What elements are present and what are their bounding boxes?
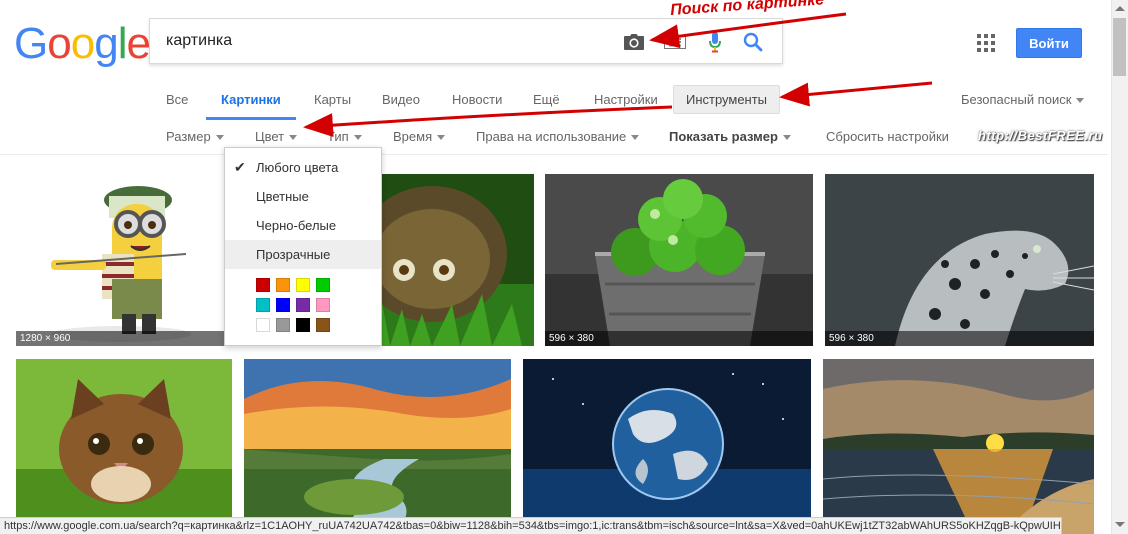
image-result[interactable] [244,359,511,534]
image-result[interactable] [16,359,232,534]
river-landscape-image [244,359,511,534]
status-bar-url: https://www.google.com.ua/search?q=карти… [0,517,1062,534]
swatch-brown[interactable] [316,318,330,332]
green-apples-image [545,174,813,346]
arrow-to-tools [779,81,933,107]
tab-settings[interactable]: Настройки [594,92,658,107]
leopard-image [825,174,1094,346]
image-result[interactable]: 596 × 380 [825,174,1094,346]
swatch-red[interactable] [256,278,270,292]
mic-icon[interactable] [703,31,727,53]
tab-more[interactable]: Ещё [533,92,560,107]
image-dimensions: 596 × 380 [825,331,1094,346]
chevron-down-icon [289,135,298,141]
annotation-label: Поиск по картинке [669,0,825,20]
scroll-down-icon[interactable] [1115,522,1125,527]
tab-images[interactable]: Картинки [221,92,281,107]
keyboard-icon[interactable] [663,31,687,53]
chevron-down-icon [437,135,446,141]
watermark: http://BestFREE.ru [978,128,1103,143]
chevron-down-icon [353,135,362,141]
active-tab-indicator [206,117,296,120]
filter-label: Тип [327,129,349,144]
google-logo[interactable]: Google [14,19,151,68]
earth-image [523,359,811,534]
menu-item-label: Прозрачные [256,247,331,262]
sunset-beach-image [823,359,1094,534]
menu-item-any-color[interactable]: ✔ Любого цвета [225,153,381,182]
safe-search-label: Безопасный поиск [961,92,1072,107]
scroll-up-icon[interactable] [1115,6,1125,11]
image-result[interactable]: 596 × 380 [545,174,813,346]
search-box [149,18,783,64]
image-result[interactable]: 1280 × 960 [16,174,226,346]
menu-item-label: Любого цвета [256,160,339,175]
logo-letter: g [94,19,119,68]
filter-reset[interactable]: Сбросить настройки [826,129,949,144]
filter-color[interactable]: Цвет [255,129,298,144]
search-input[interactable] [166,30,606,52]
logo-letter: G [14,19,48,68]
logo-letter: o [47,19,72,68]
menu-item-colored[interactable]: Цветные [225,182,381,211]
swatch-yellow[interactable] [296,278,310,292]
filter-label: Показать размер [669,129,778,144]
furry-creature-image [362,174,534,346]
logo-letter: l [117,19,128,68]
filter-time[interactable]: Время [393,129,446,144]
image-dimensions: 1280 × 960 [16,331,226,346]
menu-item-label: Цветные [256,189,309,204]
vertical-scrollbar[interactable] [1111,0,1128,534]
swatch-black[interactable] [296,318,310,332]
safe-search-menu[interactable]: Безопасный поиск [961,92,1085,107]
header-divider [0,154,1108,155]
chevron-down-icon [1076,98,1085,104]
filter-label: Цвет [255,129,285,144]
image-dimensions: 596 × 380 [545,331,813,346]
logo-letter: e [126,19,151,68]
filter-size[interactable]: Размер [166,129,224,144]
kitten-image [16,359,232,534]
tab-all[interactable]: Все [166,92,188,107]
image-result[interactable] [362,174,534,346]
chevron-down-icon [782,135,791,141]
search-icon[interactable] [741,31,765,53]
swatch-white[interactable] [256,318,270,332]
swatch-green[interactable] [316,278,330,292]
check-icon: ✔ [234,159,246,175]
google-images-page: Google картинка Поиск по картинке Войти … [0,0,1128,534]
swatch-teal[interactable] [256,298,270,312]
chevron-down-icon [215,135,224,141]
image-result[interactable] [523,359,811,534]
logo-letter: o [70,19,96,68]
filter-label: Размер [166,129,211,144]
minion-image [16,174,226,346]
chevron-down-icon [631,135,640,141]
filter-type[interactable]: Тип [327,129,362,144]
scrollbar-thumb[interactable] [1113,18,1126,76]
menu-item-label: Черно-белые [256,218,337,233]
apps-grid-icon[interactable] [977,34,995,52]
swatch-gray[interactable] [276,318,290,332]
image-result[interactable] [823,359,1094,534]
menu-item-black-white[interactable]: Черно-белые [225,211,381,240]
filter-usage-rights[interactable]: Права на использование [476,129,640,144]
tools-button[interactable]: Инструменты [673,85,780,114]
filter-label: Время [393,129,433,144]
swatch-purple[interactable] [296,298,310,312]
filter-label: Права на использование [476,129,627,144]
tab-video[interactable]: Видео [382,92,420,107]
swatch-orange[interactable] [276,278,290,292]
tab-news[interactable]: Новости [452,92,502,107]
sign-in-button[interactable]: Войти [1016,28,1082,58]
color-filter-menu: ✔ Любого цвета Цветные Черно-белые Прозр… [224,147,382,346]
camera-icon[interactable] [622,31,646,53]
menu-item-transparent[interactable]: Прозрачные [225,240,381,269]
swatch-pink[interactable] [316,298,330,312]
filter-show-sizes[interactable]: Показать размер [669,129,791,144]
tab-maps[interactable]: Карты [314,92,351,107]
swatch-blue[interactable] [276,298,290,312]
arrow-to-color-filter [303,105,673,138]
